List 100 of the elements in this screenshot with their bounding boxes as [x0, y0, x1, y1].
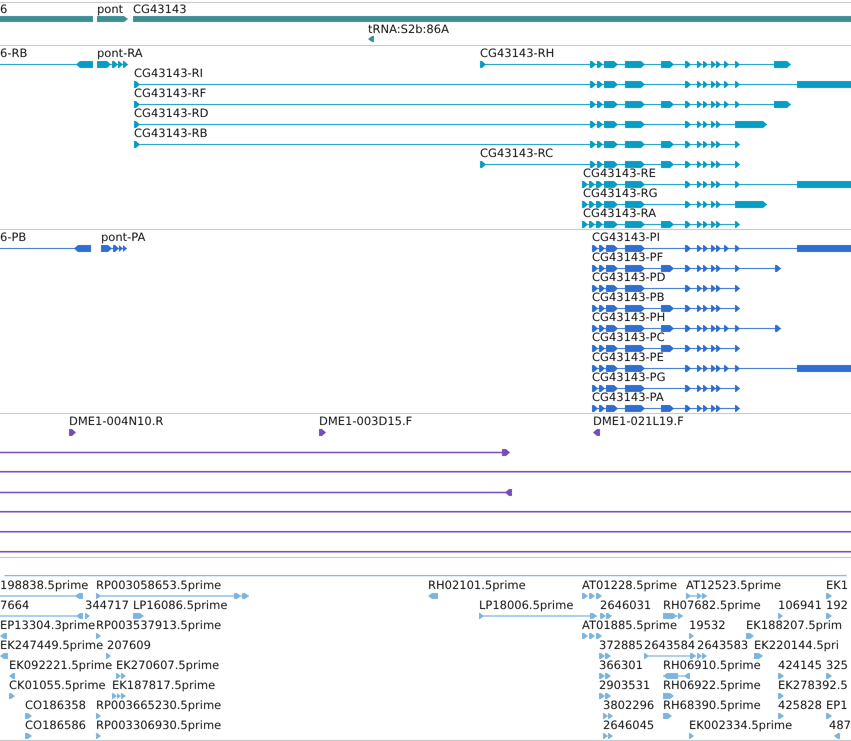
transcript-model[interactable]: [480, 160, 740, 168]
est-label: 2646031: [600, 599, 652, 612]
est-alignment[interactable]: [106, 653, 111, 659]
protein-model[interactable]: [0, 244, 91, 252]
est-alignment[interactable]: [603, 733, 613, 739]
est-alignment[interactable]: [9, 693, 15, 699]
alignment-line[interactable]: [0, 551, 851, 553]
est-alignment[interactable]: [582, 633, 602, 639]
est-label: RP003537913.5prime: [96, 619, 222, 632]
est-label: 2903531: [599, 679, 650, 692]
est-alignment[interactable]: [599, 673, 611, 679]
est-alignment[interactable]: [663, 693, 674, 699]
est-alignment[interactable]: [663, 673, 690, 679]
est-label: 366301: [599, 659, 643, 672]
est-alignment[interactable]: [778, 693, 784, 699]
est-alignment[interactable]: [778, 713, 784, 719]
est-label: EK187817.5prime: [112, 679, 216, 692]
transcript-model[interactable]: [134, 80, 851, 88]
est-label: 192: [826, 599, 848, 612]
alignment-line[interactable]: [0, 471, 851, 473]
transcript-model[interactable]: [582, 200, 767, 208]
est-alignment[interactable]: [599, 653, 611, 659]
transcript-model[interactable]: [582, 180, 851, 188]
protein-model[interactable]: [592, 284, 740, 292]
est-alignment[interactable]: [826, 593, 832, 599]
est-alignment[interactable]: [689, 733, 694, 739]
est-alignment[interactable]: [85, 613, 90, 619]
protein-model[interactable]: [592, 244, 851, 252]
est-alignment[interactable]: [834, 733, 840, 739]
protein-model[interactable]: [592, 364, 851, 372]
protein-label: pont-PA: [101, 231, 146, 244]
protein-label: CG43143-PG: [592, 371, 666, 384]
alignment-line[interactable]: [0, 488, 512, 496]
est-label: RH68390.5prime: [663, 699, 761, 712]
clone-end-marker[interactable]: [69, 428, 76, 436]
est-alignment[interactable]: [746, 633, 754, 639]
est-label: EK002334.5prime: [689, 719, 792, 732]
transcript-model[interactable]: [97, 60, 128, 68]
est-alignment[interactable]: [25, 713, 32, 719]
clone-end-marker[interactable]: [593, 428, 600, 436]
est-alignment[interactable]: [778, 673, 784, 679]
est-alignment[interactable]: [96, 733, 101, 739]
protein-model[interactable]: [592, 404, 740, 412]
est-alignment[interactable]: [826, 673, 832, 679]
est-alignment[interactable]: [826, 613, 832, 619]
alignment-line[interactable]: [0, 511, 851, 513]
est-label: RH06922.5prime: [663, 679, 761, 692]
est-alignment[interactable]: [116, 673, 126, 679]
est-alignment[interactable]: [479, 613, 597, 619]
est-alignment[interactable]: [600, 613, 612, 619]
est-alignment[interactable]: [96, 713, 101, 719]
gene-bar[interactable]: [97, 16, 128, 22]
est-alignment[interactable]: [9, 673, 15, 679]
protein-label: CG43143-PE: [592, 351, 664, 364]
est-alignment[interactable]: [0, 593, 83, 599]
est-alignment[interactable]: [603, 713, 613, 719]
transcript-model[interactable]: [480, 60, 791, 68]
est-label: EP13304.3prime: [0, 619, 96, 632]
protein-model[interactable]: [101, 244, 127, 252]
est-alignment[interactable]: [663, 613, 683, 619]
protein-model[interactable]: [592, 384, 740, 392]
protein-label: CG43143-PA: [592, 391, 664, 404]
est-alignment[interactable]: [96, 593, 249, 599]
est-label: EK092221.5prime: [9, 659, 112, 672]
est-alignment[interactable]: [0, 633, 7, 639]
est-alignment[interactable]: [133, 613, 144, 619]
est-alignment[interactable]: [25, 733, 32, 739]
est-alignment[interactable]: [686, 593, 707, 599]
est-label: EK270607.5prime: [116, 659, 220, 672]
est-alignment[interactable]: [697, 653, 707, 659]
est-alignment[interactable]: [689, 633, 694, 639]
clone-end-marker[interactable]: [319, 428, 326, 436]
alignment-line[interactable]: [0, 531, 851, 533]
est-label: EK188207.5prim: [746, 619, 842, 632]
est-label: RH02101.5prime: [428, 579, 526, 592]
est-alignment[interactable]: [582, 593, 602, 599]
est-alignment[interactable]: [0, 613, 83, 619]
transcript-model[interactable]: [134, 100, 791, 108]
est-alignment[interactable]: [428, 593, 438, 599]
alignment-line[interactable]: [0, 448, 510, 456]
transcript-model[interactable]: [134, 140, 740, 148]
est-label: AT01885.5prime: [582, 619, 678, 632]
est-alignment[interactable]: [663, 713, 672, 719]
est-alignment[interactable]: [754, 653, 763, 659]
est-label: 425828: [778, 699, 822, 712]
protein-model[interactable]: [592, 264, 781, 272]
est-alignment[interactable]: [112, 693, 126, 699]
transcript-model[interactable]: [582, 220, 740, 228]
est-label: RH07682.5prime: [663, 599, 761, 612]
est-alignment[interactable]: [778, 613, 783, 619]
feature-marker[interactable]: [368, 36, 374, 42]
est-alignment[interactable]: [826, 713, 832, 719]
est-alignment[interactable]: [96, 633, 101, 639]
protein-model[interactable]: [592, 344, 740, 352]
transcript-model[interactable]: [134, 120, 767, 128]
transcript-model[interactable]: [0, 60, 93, 68]
est-alignment[interactable]: [599, 693, 611, 699]
protein-model[interactable]: [592, 304, 740, 312]
est-alignment[interactable]: [0, 653, 8, 659]
protein-model[interactable]: [592, 324, 781, 332]
